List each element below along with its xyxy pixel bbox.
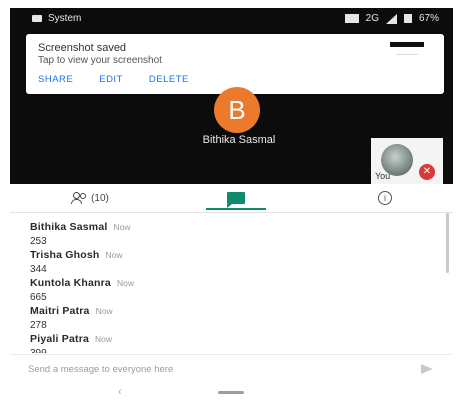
delete-button[interactable]: DELETE (149, 74, 189, 85)
signal-icon (385, 13, 397, 24)
system-nav-bar: ‹ (10, 381, 453, 403)
self-video-tile[interactable]: You ✕ (371, 138, 443, 184)
message-sender: Kuntola Khanra (30, 277, 111, 289)
share-button[interactable]: SHARE (38, 74, 73, 85)
edit-button[interactable]: EDIT (99, 74, 123, 85)
message-time: Now (113, 222, 131, 232)
status-indicators: 2G 67% (344, 13, 439, 24)
home-icon[interactable] (218, 391, 244, 394)
self-label: You (375, 171, 391, 181)
message-time: Now (95, 306, 113, 316)
back-icon[interactable]: ‹ (118, 386, 122, 398)
chat-icon (227, 192, 245, 208)
status-bar: System 2G 67% (10, 8, 453, 30)
battery-icon (403, 14, 412, 23)
thumbnail-line (396, 54, 418, 55)
message-input[interactable] (28, 362, 328, 376)
tab-people[interactable]: (10) (50, 184, 130, 212)
participant-avatar: B (214, 87, 260, 133)
data-icon (344, 14, 359, 23)
list-item: Kuntola Khanra Now 665 (30, 273, 134, 303)
list-item: Bithika Sasmal Now 253 (30, 217, 131, 247)
message-text: 399 (30, 348, 112, 353)
message-sender: Bithika Sasmal (30, 221, 108, 233)
people-count: (10) (91, 192, 109, 204)
thumbnail-bar (390, 42, 424, 47)
screenshot-thumbnail[interactable] (390, 42, 424, 72)
list-item: Piyali Patra Now 399 (30, 329, 112, 353)
screenshot-notification[interactable]: Screenshot saved Tap to view your screen… (26, 34, 444, 94)
compose-bar (10, 354, 453, 381)
notification-title: Screenshot saved (38, 42, 127, 54)
message-scrollbar[interactable] (446, 213, 449, 273)
notification-subtitle: Tap to view your screenshot (38, 55, 162, 66)
message-list[interactable]: Bithika Sasmal Now 253 Trisha Ghosh Now 34… (10, 213, 453, 353)
active-tab-indicator (206, 208, 266, 210)
video-area: System 2G 67% Screenshot saved Tap to vi… (10, 8, 453, 184)
tab-info[interactable]: i (365, 184, 405, 212)
message-time: Now (105, 250, 123, 260)
message-time: Now (116, 278, 134, 288)
battery-percent: 67% (418, 13, 439, 24)
system-notification-icon (32, 15, 42, 22)
info-icon: i (378, 191, 392, 205)
people-icon (71, 192, 87, 204)
mic-off-icon: ✕ (419, 164, 435, 180)
list-item: Maitri Patra Now 278 (30, 301, 113, 331)
notification-actions: SHARE EDIT DELETE (38, 74, 189, 85)
list-item: Trisha Ghosh Now 344 (30, 245, 123, 275)
message-sender: Maitri Patra (30, 305, 90, 317)
send-icon[interactable] (421, 364, 433, 374)
phone-screen: System 2G 67% Screenshot saved Tap to vi… (10, 8, 453, 403)
message-sender: Piyali Patra (30, 333, 90, 345)
message-sender: Trisha Ghosh (30, 249, 100, 261)
message-time: Now (95, 334, 113, 344)
status-bar-label: System (48, 13, 82, 24)
network-type-label: 2G (365, 13, 379, 24)
participant-name: Bithika Sasmal (202, 134, 276, 146)
